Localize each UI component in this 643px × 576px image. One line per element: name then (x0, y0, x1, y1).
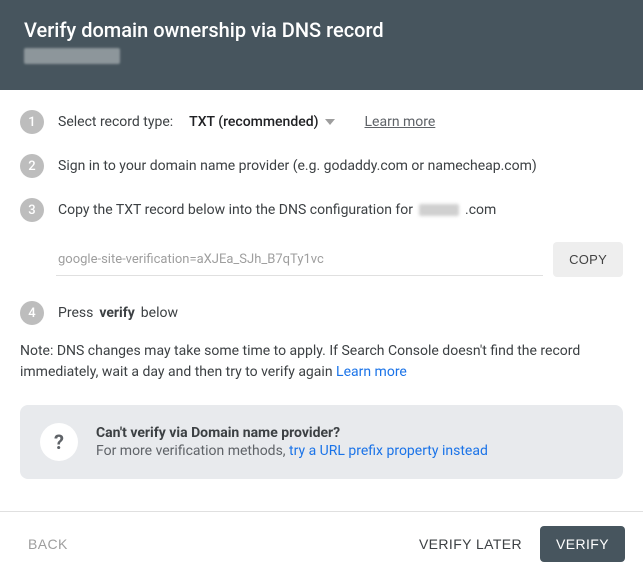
verify-later-button[interactable]: VERIFY LATER (409, 528, 532, 560)
step-3-text-b: .com (465, 202, 496, 218)
help-icon: ? (40, 423, 78, 461)
alt-title: Can't verify via Domain name provider? (96, 425, 488, 441)
url-prefix-link[interactable]: try a URL prefix property instead (289, 443, 488, 459)
txt-record-row: COPY (56, 242, 623, 277)
step-4-text-a: Press (58, 305, 93, 321)
domain-name-redacted (24, 48, 120, 64)
step-4: 4 Press verify below (20, 301, 623, 325)
step-3-text-a: Copy the TXT record below into the DNS c… (58, 202, 413, 218)
step-4-text-b: verify (99, 305, 134, 321)
note-text: Note: DNS changes may take some time to … (20, 341, 623, 383)
step-2-text: Sign in to your domain name provider (e.… (58, 158, 537, 174)
alternate-method-box: ? Can't verify via Domain name provider?… (20, 405, 623, 479)
dialog-footer: BACK VERIFY LATER VERIFY (0, 511, 643, 576)
copy-button[interactable]: COPY (553, 242, 623, 277)
dialog-content: 1 Select record type: TXT (recommended) … (0, 90, 643, 479)
step-number-badge: 2 (20, 154, 44, 178)
step-1-label: Select record type: (58, 114, 173, 130)
record-type-dropdown[interactable]: TXT (recommended) (189, 114, 334, 130)
dialog-title: Verify domain ownership via DNS record (24, 18, 619, 42)
dropdown-value: TXT (recommended) (189, 114, 318, 130)
note-learn-more-link[interactable]: Learn more (336, 364, 407, 380)
step-1: 1 Select record type: TXT (recommended) … (20, 110, 623, 134)
back-button[interactable]: BACK (18, 528, 78, 560)
verify-button[interactable]: VERIFY (540, 526, 625, 562)
step-2: 2 Sign in to your domain name provider (… (20, 154, 623, 178)
step-3: 3 Copy the TXT record below into the DNS… (20, 198, 623, 222)
learn-more-link[interactable]: Learn more (365, 114, 436, 130)
domain-redacted (419, 204, 459, 216)
chevron-down-icon (325, 119, 335, 125)
step-number-badge: 4 (20, 301, 44, 325)
dialog-header: Verify domain ownership via DNS record (0, 0, 643, 90)
alt-subtitle: For more verification methods, try a URL… (96, 443, 488, 459)
txt-record-input[interactable] (56, 244, 543, 276)
step-number-badge: 1 (20, 110, 44, 134)
step-4-text-c: below (141, 305, 178, 321)
step-number-badge: 3 (20, 198, 44, 222)
